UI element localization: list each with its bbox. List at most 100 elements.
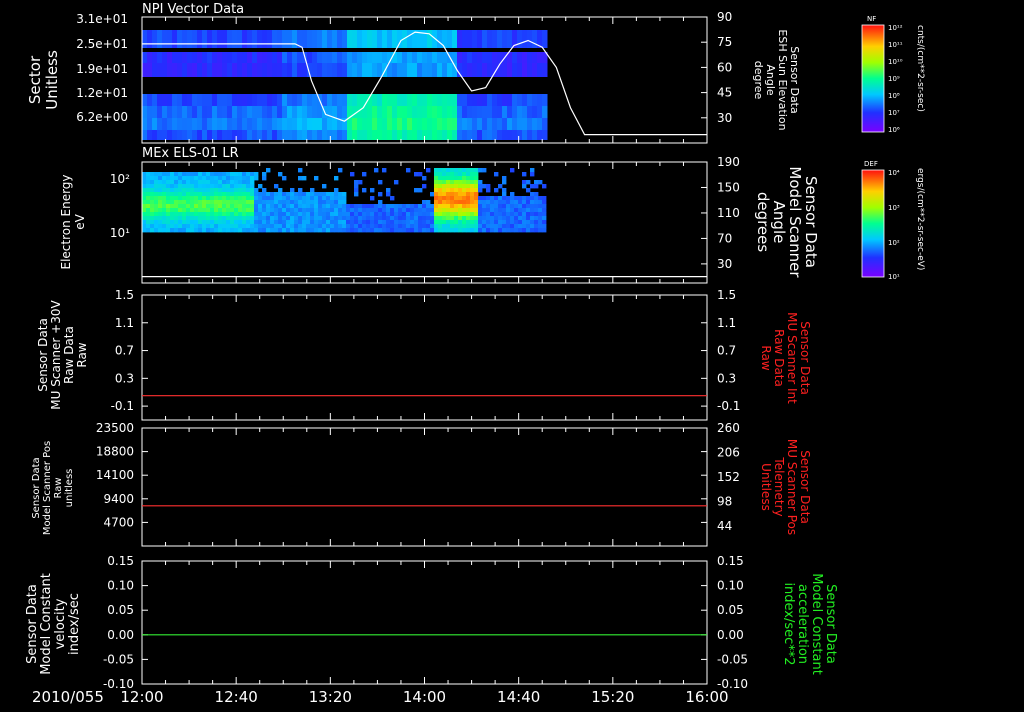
heatmap-cell [187, 130, 193, 140]
right-tick-label: 30 [717, 257, 732, 271]
heatmap-cell [142, 212, 147, 217]
heatmap-cell [412, 94, 418, 106]
heatmap-cell [142, 106, 148, 118]
heatmap-cell [158, 208, 163, 213]
heatmap-cell [270, 220, 275, 225]
heatmap-cell [542, 184, 547, 189]
heatmap-cell [212, 63, 218, 77]
heatmap-cell [210, 204, 215, 209]
heatmap-cell [207, 30, 213, 48]
heatmap-cell [450, 196, 455, 201]
heatmap-cell [292, 130, 298, 140]
heatmap-cell [512, 106, 518, 118]
heatmap-cell [230, 180, 235, 185]
heatmap-cell [517, 63, 523, 77]
heatmap-cell [274, 192, 279, 197]
heatmap-cell [234, 200, 239, 205]
heatmap-cell [327, 118, 333, 130]
heatmap-cell [254, 176, 259, 181]
heatmap-cell [218, 224, 223, 229]
heatmap-cell [402, 216, 407, 221]
heatmap-cell [542, 106, 548, 118]
heatmap-cell [227, 63, 233, 77]
heatmap-cell [227, 30, 233, 48]
left-axis-title: Sensor Data MU Scanner +30V Raw Data Raw [36, 300, 89, 410]
heatmap-cell [506, 224, 511, 229]
heatmap-cell [537, 94, 543, 106]
heatmap-cell [290, 204, 295, 209]
heatmap-cell [278, 172, 283, 177]
heatmap-cell [292, 94, 298, 106]
right-tick-label: 0.15 [717, 554, 744, 568]
heatmap-cell [462, 30, 468, 48]
heatmap-cell [142, 184, 147, 189]
heatmap-cell [242, 208, 247, 213]
heatmap-cell [198, 200, 203, 205]
heatmap-cell [182, 188, 187, 193]
heatmap-cell [226, 212, 231, 217]
heatmap-cell [462, 220, 467, 225]
heatmap-cell [152, 106, 158, 118]
heatmap-cell [382, 52, 388, 63]
heatmap-cell [212, 130, 218, 140]
heatmap-cell [310, 188, 315, 193]
heatmap-cell [242, 192, 247, 197]
heatmap-cell [366, 220, 371, 225]
heatmap-cell [518, 224, 523, 229]
heatmap-cell [467, 94, 473, 106]
heatmap-cell [362, 208, 367, 213]
heatmap-cell [382, 228, 387, 233]
heatmap-cell [466, 228, 471, 233]
heatmap-cell [190, 172, 195, 177]
heatmap-cell [317, 63, 323, 77]
heatmap-cell [170, 192, 175, 197]
heatmap-cell [498, 200, 503, 205]
heatmap-cell [318, 228, 323, 233]
colorbar-nf: NF 10¹² 10¹¹ 10¹⁰ 10⁹ 10⁸ 10⁷ 10⁶ cnts/(… [861, 15, 925, 134]
right-tick-label: 1.1 [717, 316, 736, 330]
heatmap-cell [350, 204, 355, 209]
heatmap-cell [466, 192, 471, 197]
heatmap-cell [166, 228, 171, 233]
heatmap-cell [372, 30, 378, 48]
heatmap-cell [322, 118, 328, 130]
heatmap-cell [202, 188, 207, 193]
heatmap-cell [210, 208, 215, 213]
axis-title-line: Raw Data [772, 329, 786, 387]
axis-title-line: degree [752, 61, 765, 100]
heatmap-cell [482, 208, 487, 213]
heatmap-cell [142, 208, 147, 213]
heatmap-cell [534, 228, 539, 233]
heatmap-cell [412, 118, 418, 130]
heatmap-cell [502, 94, 508, 106]
heatmap-cell [187, 52, 193, 63]
heatmap-cell [146, 180, 151, 185]
heatmap-cell [182, 118, 188, 130]
heatmap-cell [154, 228, 159, 233]
heatmap-cell [307, 118, 313, 130]
heatmap-cell [494, 208, 499, 213]
heatmap-cell [142, 63, 148, 77]
heatmap-cell [142, 216, 147, 221]
heatmap-cell [370, 188, 375, 193]
heatmap-cell [322, 200, 327, 205]
y-tick-label: 9400 [103, 492, 134, 506]
heatmap-cell [430, 220, 435, 225]
heatmap-cell [332, 63, 338, 77]
heatmap-cell [392, 63, 398, 77]
heatmap-cell [310, 196, 315, 201]
heatmap-cell [252, 94, 258, 106]
heatmap-cell [214, 200, 219, 205]
heatmap-cell [222, 30, 228, 48]
heatmap-cell [142, 180, 147, 185]
heatmap-cell [406, 204, 411, 209]
heatmap-cell [250, 204, 255, 209]
heatmap-cell [262, 30, 268, 48]
heatmap-cell [390, 220, 395, 225]
heatmap-cell [372, 52, 378, 63]
heatmap-cell [342, 216, 347, 221]
right-tick-labels: 1.51.10.70.3-0.1 [717, 288, 740, 413]
heatmap-cell [158, 172, 163, 177]
heatmap-cell [322, 216, 327, 221]
heatmap-cell [474, 204, 479, 209]
